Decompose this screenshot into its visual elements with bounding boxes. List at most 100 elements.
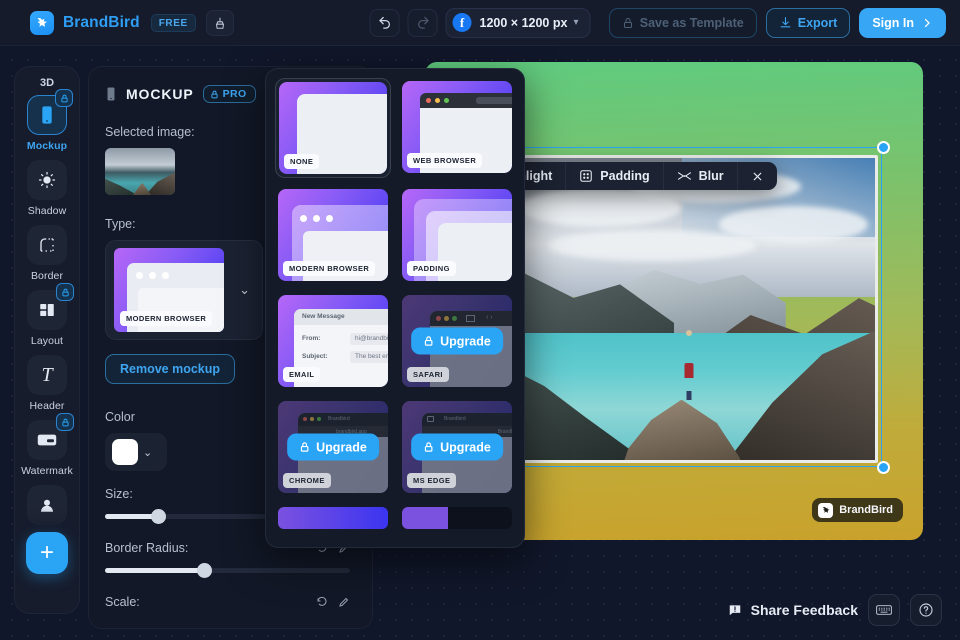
sidebar-item-mockup[interactable]: Mockup — [15, 89, 79, 152]
remove-mockup-button[interactable]: Remove mockup — [105, 354, 236, 384]
sidebar-item-header[interactable]: T Header — [15, 355, 79, 412]
mockup-option-partial[interactable] — [275, 504, 391, 532]
sidebar-item-watermark[interactable]: Watermark — [15, 413, 79, 477]
mockup-option-preview: New Message From: hi@brandbird Subject: … — [278, 295, 388, 387]
mockup-option-preview: WEB BROWSER — [402, 81, 512, 173]
border-radius-slider[interactable] — [105, 562, 356, 578]
shadow-tile — [27, 160, 67, 200]
canvas-watermark-label: BrandBird — [839, 504, 893, 516]
sidebar-item-label: Layout — [30, 335, 64, 347]
upgrade-button[interactable]: Upgrade — [411, 433, 503, 461]
rail-add-area: + — [15, 507, 79, 613]
brand-name: BrandBird — [63, 13, 140, 31]
reset-icon[interactable] — [316, 596, 328, 608]
sign-in-button[interactable]: Sign In — [859, 7, 946, 38]
email-from-label: From: — [302, 335, 321, 342]
question-circle-icon — [919, 603, 933, 617]
close-toolbar-button[interactable] — [738, 162, 777, 190]
mockup-option-email[interactable]: New Message From: hi@brandbird Subject: … — [275, 292, 391, 390]
keyboard-icon — [876, 605, 892, 615]
canvas-size-selector[interactable]: f 1200 × 1200 px ▾ — [445, 7, 591, 38]
rail-items: Mockup Shadow Border Layout T Header Wat… — [15, 89, 79, 525]
size-slider-knob[interactable] — [151, 509, 166, 524]
free-badge: FREE — [150, 13, 196, 32]
header-center-controls: f 1200 × 1200 px ▾ — [369, 7, 591, 38]
border-radius-slider-knob[interactable] — [197, 563, 212, 578]
broom-icon[interactable] — [205, 9, 234, 36]
keyboard-shortcuts-button[interactable] — [868, 594, 900, 626]
layout-tile — [27, 283, 74, 330]
sidebar-item-layout[interactable]: Layout — [15, 283, 79, 347]
upgrade-button[interactable]: Upgrade — [411, 327, 503, 355]
download-icon — [780, 17, 791, 28]
border-tile — [27, 225, 67, 265]
blur-icon — [677, 172, 691, 180]
upgrade-button[interactable]: Upgrade — [287, 433, 379, 461]
pro-badge-label: PRO — [222, 88, 247, 100]
share-feedback-button[interactable]: Share Feedback — [728, 602, 858, 618]
mockup-option-label: CHROME — [283, 473, 331, 488]
mockup-type-dropdown[interactable]: NONE WEB BROWSER MODERN BROWSER PADDING … — [265, 68, 525, 548]
blur-tool[interactable]: Blur — [664, 162, 738, 190]
email-preview-header: New Message — [302, 313, 345, 320]
lock-icon — [55, 89, 73, 107]
brand[interactable]: BrandBird FREE — [30, 10, 196, 35]
lock-icon — [424, 442, 433, 452]
scale-label: Scale: — [105, 595, 140, 609]
sidebar-item-label: Header — [29, 400, 65, 412]
mockup-option-preview — [278, 507, 388, 529]
export-label: Export — [797, 15, 838, 30]
canvas-watermark[interactable]: BrandBird — [812, 498, 903, 522]
pro-badge[interactable]: PRO — [202, 85, 256, 103]
mockup-option-none[interactable]: NONE — [275, 78, 391, 178]
pencil-icon[interactable] — [338, 596, 350, 608]
selection-handle-bottom-right[interactable] — [877, 461, 890, 474]
bird-logo-icon — [30, 10, 54, 35]
header-actions: Save as Template Export Sign In — [608, 7, 946, 38]
selected-image-thumbnail[interactable] — [105, 148, 175, 195]
mockup-option-chrome[interactable]: Brandbird brandbird.app Upgrade CHROME — [275, 398, 391, 496]
color-picker[interactable]: ⌄ — [105, 433, 167, 471]
add-element-button[interactable]: + — [26, 532, 68, 574]
export-button[interactable]: Export — [765, 7, 851, 38]
lock-icon — [56, 283, 74, 301]
mockup-option-preview: Brandbird brandbird.app Upgrade CHROME — [278, 401, 388, 493]
mockup-option-web-browser[interactable]: WEB BROWSER — [399, 78, 515, 178]
facebook-icon: f — [452, 13, 472, 32]
rail-group-label: 3D — [39, 77, 55, 89]
upgrade-label: Upgrade — [316, 440, 367, 454]
mockup-option-label: EMAIL — [283, 367, 321, 382]
help-button[interactable] — [910, 594, 942, 626]
undo-icon[interactable] — [369, 8, 400, 37]
type-select[interactable]: MODERN BROWSER ⌄ — [105, 240, 263, 340]
chevron-down-icon: ⌄ — [239, 282, 250, 297]
save-as-template-label: Save as Template — [639, 15, 744, 30]
share-feedback-label: Share Feedback — [750, 602, 858, 618]
sidebar-item-shadow[interactable]: Shadow — [15, 160, 79, 217]
save-as-template-button[interactable]: Save as Template — [608, 7, 757, 38]
mockup-option-label: MODERN BROWSER — [283, 261, 376, 276]
padding-tool[interactable]: Padding — [566, 162, 664, 190]
tool-rail: 3D Mockup Shadow Border Layout T Header … — [14, 66, 80, 614]
mockup-option-safari[interactable]: ‹ › Upgrade SAFARI — [399, 292, 515, 390]
border-radius-slider-fill — [105, 568, 205, 573]
selection-handle-top-right[interactable] — [877, 141, 890, 154]
watermark-tile — [27, 413, 74, 460]
color-swatch — [112, 439, 138, 465]
redo-icon[interactable] — [407, 8, 438, 37]
sidebar-item-border[interactable]: Border — [15, 225, 79, 282]
mockup-option-label: NONE — [284, 154, 320, 169]
mockup-option-preview: NONE — [279, 82, 387, 174]
mockup-option-modern-browser[interactable]: MODERN BROWSER — [275, 186, 391, 284]
close-icon — [753, 172, 761, 180]
sidebar-item-label: Mockup — [26, 140, 68, 152]
mockup-option-label: WEB BROWSER — [407, 153, 483, 168]
mockup-option-ms-edge[interactable]: Brandbird × Brandbi Upgrade MS EDGE — [399, 398, 515, 496]
mockup-option-padding[interactable]: PADDING — [399, 186, 515, 284]
mockup-option-label: PADDING — [407, 261, 456, 276]
padding-label: Padding — [600, 169, 650, 183]
border-radius-label: Border Radius: — [105, 541, 189, 555]
sidebar-item-label: Shadow — [27, 205, 67, 217]
phone-icon — [42, 106, 52, 124]
mockup-option-partial[interactable] — [399, 504, 515, 532]
